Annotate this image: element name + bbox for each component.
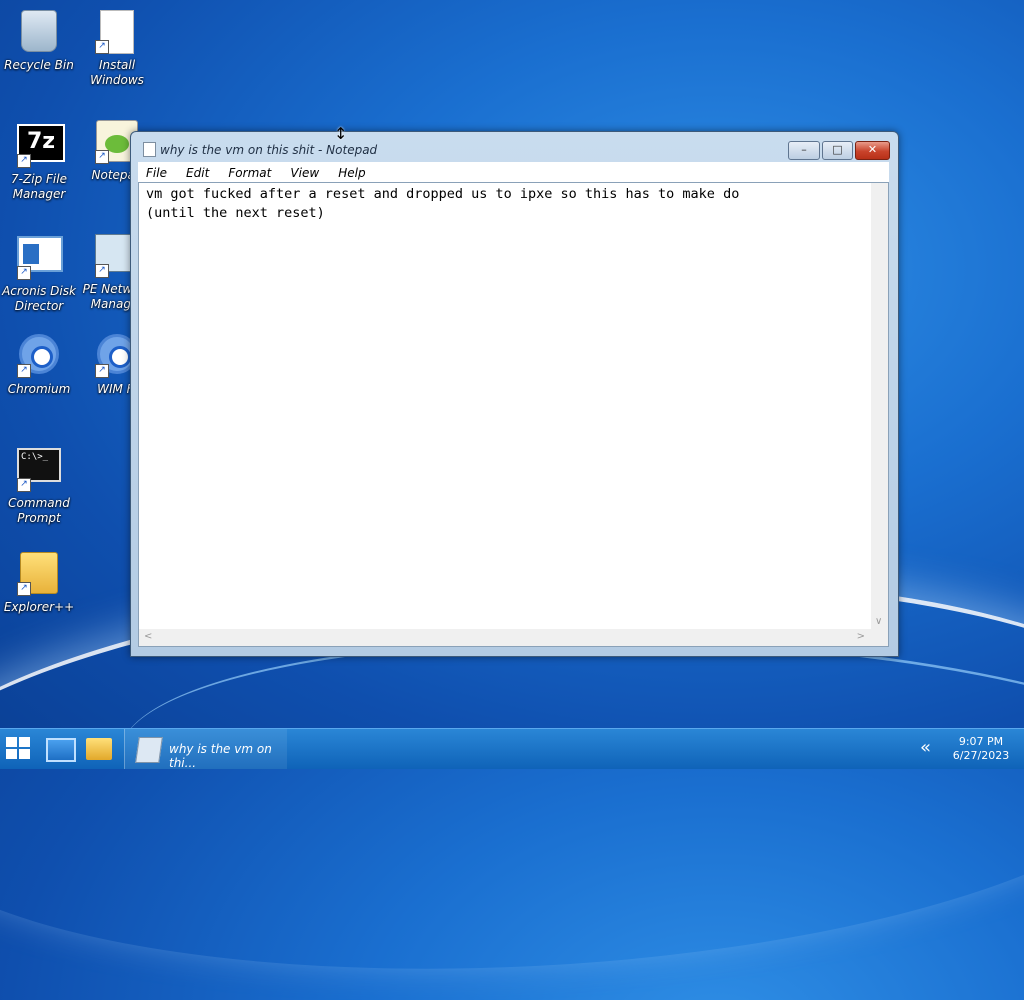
menu-edit[interactable]: Edit	[178, 164, 215, 180]
vertical-scrollbar[interactable]: ∨	[871, 183, 888, 629]
desktop-icon-label: Explorer++	[3, 600, 75, 614]
close-button[interactable]: ✕	[855, 141, 890, 160]
command-prompt-shortcut[interactable]: C:\>_ ↗ Command Prompt	[0, 444, 78, 526]
document-icon: ↗	[95, 10, 139, 54]
clock-date: 6/27/2023	[952, 749, 1010, 762]
menu-file[interactable]: File	[138, 164, 173, 180]
explorerpp-shortcut[interactable]: ↗ Explorer++	[0, 552, 78, 615]
show-desktop-icon[interactable]	[46, 738, 76, 762]
scroll-left-icon[interactable]: <	[144, 631, 152, 642]
recycle-bin-shortcut[interactable]: Recycle Bin	[0, 10, 78, 73]
maximize-button[interactable]: □	[822, 141, 853, 160]
start-button[interactable]	[6, 737, 32, 761]
horizontal-scrollbar[interactable]: < >	[139, 629, 871, 646]
notepad-window[interactable]: why is the vm on this shit - Notepad – □…	[130, 131, 899, 657]
desktop-icon-label: Acronis Disk Director	[2, 284, 76, 313]
desktop-icon-label: Command Prompt	[8, 496, 70, 525]
acronis-shortcut[interactable]: ↗ Acronis Disk Director	[0, 230, 78, 314]
taskbar: why is the vm on thi... « 9:07 PM 6/27/2…	[0, 728, 1024, 770]
chromium-icon: ↗	[17, 334, 61, 378]
acronis-icon: ↗	[17, 236, 63, 280]
text-editor[interactable]: vm got fucked after a reset and dropped …	[138, 182, 889, 647]
notepad-task-icon	[135, 737, 163, 763]
desktop-icon-label: 7-Zip File Manager	[11, 172, 67, 201]
notepad-icon	[143, 142, 156, 157]
tray-expand-icon[interactable]: «	[920, 737, 931, 758]
7zip-icon: 7z ↗	[17, 124, 65, 168]
resize-grip[interactable]	[871, 629, 888, 646]
menu-bar: File Edit Format View Help	[138, 162, 889, 182]
window-titlebar[interactable]: why is the vm on this shit - Notepad – □…	[131, 132, 898, 162]
taskbar-notepad-task[interactable]: why is the vm on thi...	[124, 729, 287, 770]
terminal-icon: C:\>_ ↗	[17, 448, 61, 492]
resize-cursor-icon: ↕	[334, 124, 348, 143]
folder-icon: ↗	[17, 552, 61, 596]
desktop-icon-label: Recycle Bin	[4, 58, 74, 72]
install-windows-shortcut[interactable]: ↗ Install Windows	[78, 10, 156, 88]
desktop-icon-label: Chromium	[7, 382, 71, 396]
menu-view[interactable]: View	[282, 164, 325, 180]
7zip-shortcut[interactable]: 7z ↗ 7-Zip File Manager	[0, 120, 78, 202]
menu-help[interactable]: Help	[330, 164, 371, 180]
editor-content[interactable]: vm got fucked after a reset and dropped …	[146, 185, 739, 223]
clock-time: 9:07 PM	[958, 735, 1004, 748]
minimize-button[interactable]: –	[788, 141, 820, 160]
file-explorer-icon[interactable]	[86, 738, 112, 760]
window-title: why is the vm on this shit - Notepad	[160, 143, 378, 157]
task-label: why is the vm on thi...	[169, 742, 272, 770]
scroll-right-icon[interactable]: >	[857, 631, 865, 642]
scroll-down-icon[interactable]: ∨	[875, 616, 882, 627]
menu-format[interactable]: Format	[220, 164, 277, 180]
chromium-shortcut[interactable]: ↗ Chromium	[0, 334, 78, 397]
desktop-icon-label: Install Windows	[90, 58, 144, 87]
recycle-bin-icon	[17, 10, 61, 54]
clock[interactable]: 9:07 PM 6/27/2023	[948, 735, 1014, 763]
